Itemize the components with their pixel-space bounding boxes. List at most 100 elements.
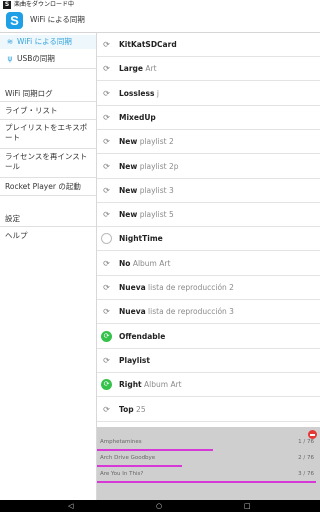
- playlist-row[interactable]: ⟳ MixedUp: [97, 106, 320, 130]
- playlist-row[interactable]: ⟳ Right Album Art: [97, 373, 320, 398]
- sidebar-item-label: ヘルプ: [5, 231, 28, 240]
- sidebar-item-launch-rocket-player[interactable]: Rocket Player の起動: [0, 178, 96, 196]
- playlist-name: Right Album Art: [119, 379, 182, 391]
- sidebar-item-label: ライブ・リスト: [5, 106, 58, 115]
- playlist-name-secondary: lista de reproducción 2: [148, 283, 234, 292]
- playlist-row[interactable]: NightTime: [97, 227, 320, 252]
- playlist-row[interactable]: ⟳ New playlist 3: [97, 179, 320, 203]
- track-title: Amphetamines: [100, 439, 142, 445]
- navigation-bar: ◁ ○ □: [0, 500, 320, 512]
- sync-icon[interactable]: ⟳: [101, 88, 112, 99]
- sync-icon[interactable]: ⟳: [101, 161, 112, 172]
- playlist-name: Offendable: [119, 331, 165, 343]
- sidebar-item-label: Rocket Player の起動: [5, 182, 81, 191]
- divider: [0, 68, 96, 69]
- sync-icon[interactable]: ⟳: [101, 112, 112, 123]
- playlist-name: Top 25: [119, 404, 146, 416]
- page-title: WiFi による同期: [30, 15, 85, 24]
- playlist-name: New playlist 2: [119, 136, 174, 148]
- playlist-row[interactable]: ⟳ New playlist 5: [97, 203, 320, 228]
- sidebar-item-label: 設定: [5, 214, 20, 223]
- playlist-row[interactable]: ⟳ Offendable: [97, 325, 320, 349]
- playlist-name: New playlist 5: [119, 209, 174, 221]
- sync-icon[interactable]: ⟳: [101, 63, 112, 74]
- playlist-name-secondary: j: [156, 88, 159, 98]
- playlist-name-primary: New: [119, 137, 138, 147]
- home-icon[interactable]: ○: [156, 502, 162, 510]
- sync-icon[interactable]: ⟳: [101, 306, 112, 317]
- sidebar-item-label: USBの同期: [17, 54, 55, 63]
- playlist-name: KitKatSDCard: [119, 39, 177, 51]
- playlist-name-primary: New: [119, 210, 138, 220]
- playlist-name-primary: Right: [119, 380, 142, 390]
- track-title: Are You In This?: [100, 471, 144, 477]
- playlist-name-primary: MixedUp: [119, 112, 156, 122]
- playback-queue: Amphetamines 1 / 76 Arch Drive Goodbye 2 / …: [97, 427, 320, 500]
- playlist-name: New playlist 2p: [119, 161, 179, 173]
- divider: [0, 226, 96, 227]
- sync-icon[interactable]: ⟳: [101, 404, 112, 415]
- sync-icon[interactable]: ⟳: [101, 136, 112, 147]
- recents-icon[interactable]: □: [244, 502, 251, 510]
- playlist-name-primary: Top: [119, 404, 134, 414]
- queue-track[interactable]: Are You In This? 3 / 76: [97, 467, 320, 485]
- sidebar-item-help[interactable]: ヘルプ: [0, 228, 96, 244]
- playlist-row[interactable]: ⟳ Lossless j: [97, 82, 320, 106]
- playlist-name: NightTime: [119, 233, 163, 245]
- sidebar-item-wifi-log[interactable]: WiFi 同期ログ: [0, 86, 96, 102]
- playlist-list[interactable]: ⟳ KitKatSDCard ⟳ Large Art ⟳ Lossless j ⟳ Mixe…: [97, 33, 320, 427]
- unsynced-icon[interactable]: [101, 233, 112, 245]
- sync-icon[interactable]: ⟳: [101, 185, 112, 196]
- track-count: 3 / 76: [298, 471, 314, 477]
- playlist-name-secondary: Album Art: [132, 258, 171, 268]
- playlist-name-secondary: Album Art: [144, 380, 182, 390]
- playlist-row[interactable]: ⟳ New playlist 2: [97, 130, 320, 155]
- playlist-name: Nueva lista de reproducción 2: [119, 282, 234, 294]
- track-count: 1 / 76: [298, 439, 314, 445]
- track-progress-bar: [97, 481, 316, 483]
- playlist-name-primary: New: [119, 185, 138, 195]
- synced-icon[interactable]: ⟳: [101, 330, 112, 342]
- playlist-name-primary: Offendable: [119, 331, 166, 341]
- playlist-row[interactable]: ⟳ Playlist: [97, 349, 320, 373]
- playlist-name-primary: KitKatSDCard: [119, 40, 177, 49]
- sidebar-item-settings[interactable]: 設定: [0, 211, 96, 227]
- sync-icon[interactable]: ⟳: [101, 282, 112, 293]
- playlist-name: Large Art: [119, 63, 157, 75]
- wifi-icon: ≋: [6, 37, 14, 46]
- playlist-name: Nueva lista de reproducción 3: [119, 306, 234, 318]
- playlist-row[interactable]: ⟳ No Album Art: [97, 252, 320, 276]
- playlist-row[interactable]: ⟳ KitKatSDCard: [97, 33, 320, 57]
- sidebar-item-live-list[interactable]: ライブ・リスト: [0, 102, 96, 120]
- playlist-row[interactable]: ⟳ Nueva lista de reproducción 3: [97, 300, 320, 325]
- playlist-row[interactable]: ⟳ Top 25: [97, 398, 320, 422]
- synced-icon[interactable]: ⟳: [101, 379, 112, 391]
- app-logo-icon[interactable]: S: [6, 12, 23, 29]
- usb-icon: ψ: [7, 54, 13, 63]
- back-icon[interactable]: ◁: [68, 502, 73, 510]
- status-bar: S 楽曲をダウンロード中: [0, 0, 320, 10]
- sync-icon[interactable]: ⟳: [101, 39, 112, 50]
- sidebar-item-wifi-sync[interactable]: ≋ WiFi による同期: [0, 35, 96, 49]
- playlist-row[interactable]: ⟳ Nueva lista de reproducción 2: [97, 276, 320, 300]
- sidebar-item-reinstall-license[interactable]: ライセンスを再インストール: [0, 149, 96, 178]
- sidebar-item-export-playlist[interactable]: プレイリストをエキスポート: [0, 120, 96, 149]
- playlist-name-primary: Nueva: [119, 307, 146, 317]
- status-text: 楽曲をダウンロード中: [14, 1, 75, 8]
- playlist-name-primary: Nueva: [119, 283, 146, 292]
- sidebar-item-label: WiFi 同期ログ: [5, 89, 53, 98]
- sync-icon[interactable]: ⟳: [101, 209, 112, 220]
- playlist-row[interactable]: ⟳ New playlist 2p: [97, 155, 320, 179]
- sidebar-item-label: プレイリストをエキスポート: [5, 123, 88, 142]
- playlist-name: Playlist: [119, 355, 150, 367]
- playlist-name: New playlist 3: [119, 185, 174, 197]
- playlist-name-secondary: lista de reproducción 3: [148, 307, 234, 317]
- track-title: Arch Drive Goodbye: [100, 455, 156, 461]
- sync-icon[interactable]: ⟳: [101, 258, 112, 269]
- sync-icon[interactable]: ⟳: [101, 355, 112, 366]
- track-count: 2 / 76: [298, 455, 314, 461]
- sidebar-item-usb-sync[interactable]: ψ USBの同期: [0, 51, 96, 69]
- playlist-row[interactable]: ⟳ Large Art: [97, 57, 320, 82]
- playlist-name-primary: New: [119, 161, 138, 171]
- playlist-name-primary: No: [119, 258, 131, 268]
